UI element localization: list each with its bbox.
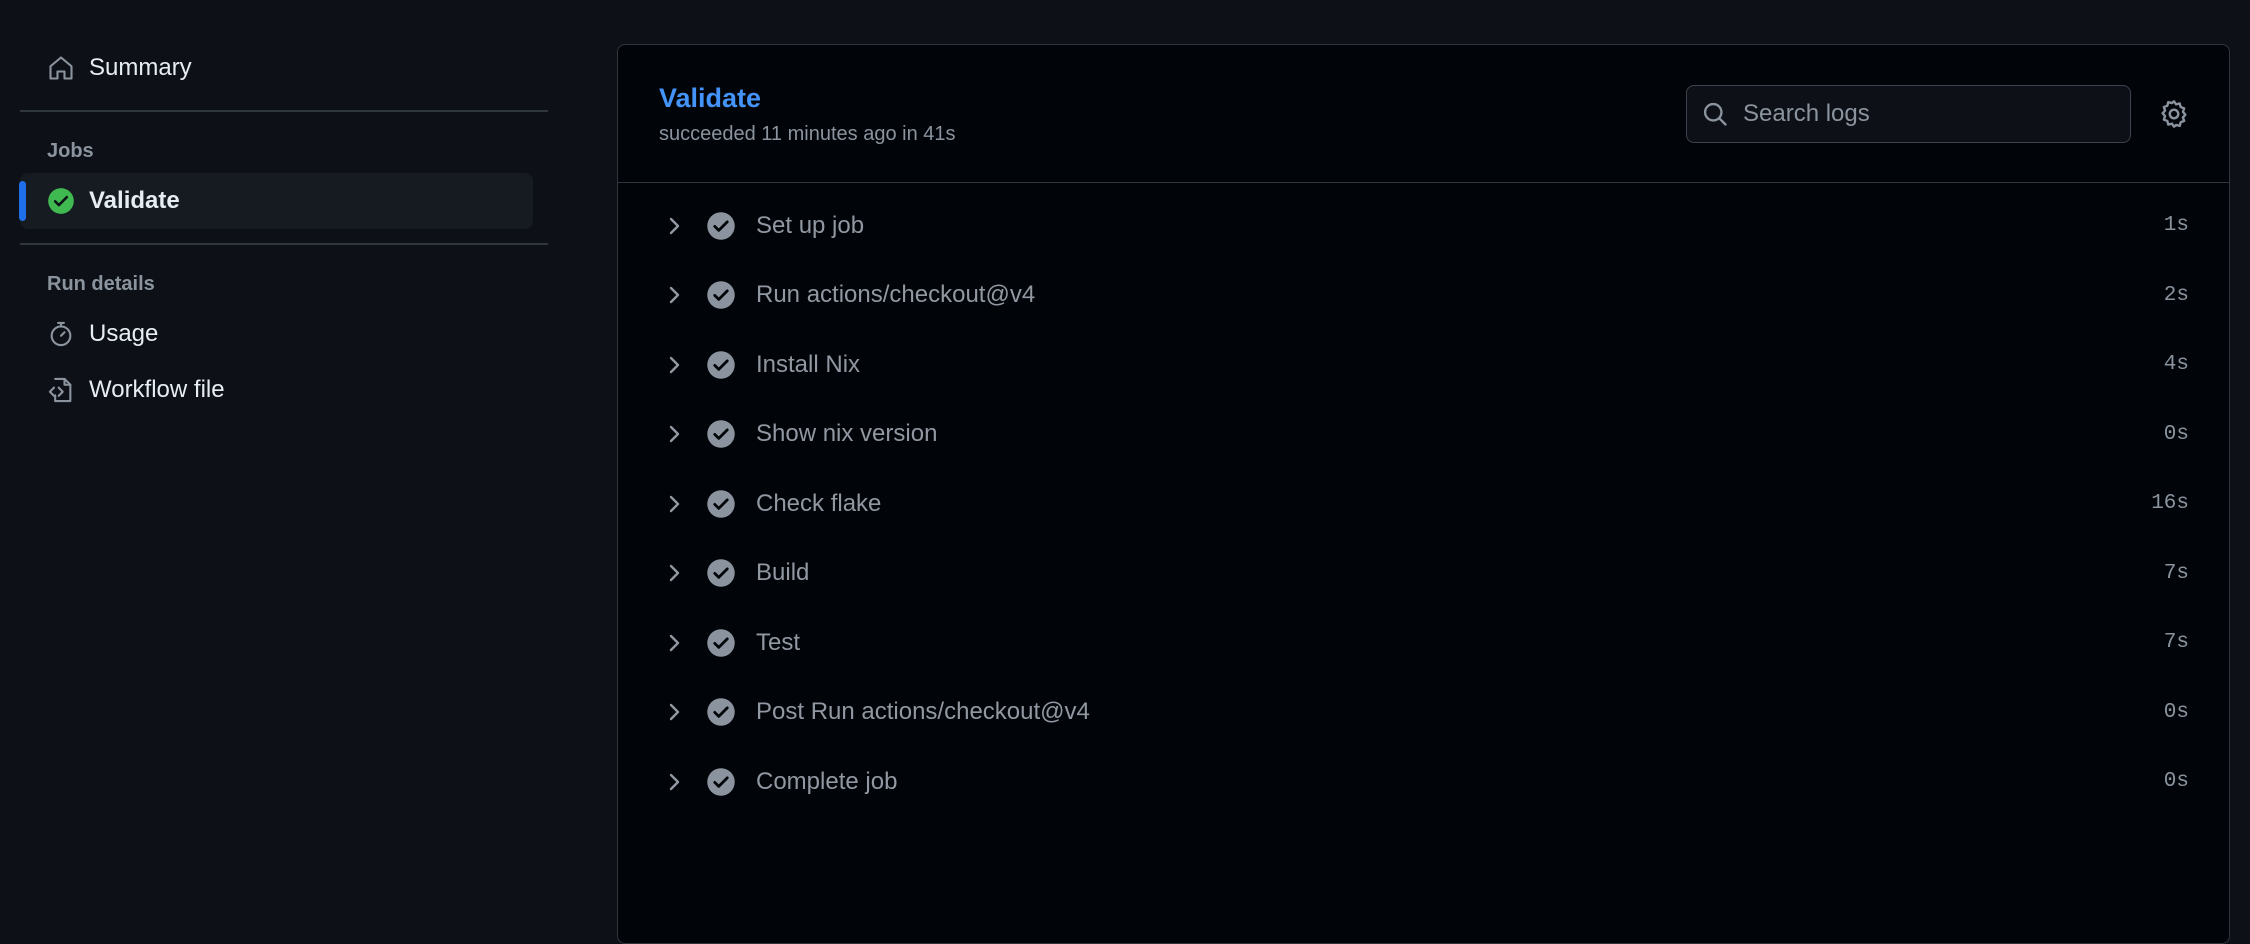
sidebar-item-usage[interactable]: Usage — [20, 306, 533, 362]
run-details-heading: Run details — [47, 273, 155, 295]
sidebar-divider — [20, 243, 548, 245]
check-circle-fill-icon — [706, 419, 736, 449]
step-name: Show nix version — [756, 420, 938, 448]
step-name: Install Nix — [756, 350, 861, 378]
check-circle-fill-icon — [706, 211, 736, 241]
step-duration: 0s — [2163, 700, 2189, 724]
step-duration: 1s — [2163, 214, 2189, 238]
step-row[interactable]: Post Run actions/checkout@v4 0s — [618, 678, 2229, 748]
search-logs-input[interactable] — [1743, 100, 2103, 128]
check-circle-fill-icon — [706, 628, 736, 658]
chevron-right-icon[interactable] — [662, 422, 686, 446]
chevron-right-icon[interactable] — [662, 631, 686, 655]
search-logs-field[interactable] — [1686, 85, 2131, 143]
step-row[interactable]: Check flake 16s — [618, 469, 2229, 539]
step-duration: 7s — [2163, 631, 2189, 655]
step-row[interactable]: Build 7s — [618, 539, 2229, 609]
job-log-panel: Validate succeeded 11 minutes ago in 41s — [617, 44, 2230, 944]
sidebar-item-label: Summary — [89, 54, 192, 81]
step-duration: 7s — [2163, 561, 2189, 585]
step-duration: 0s — [2163, 422, 2189, 446]
step-name: Check flake — [756, 489, 882, 517]
job-header: Validate succeeded 11 minutes ago in 41s — [618, 45, 2229, 183]
step-name: Complete job — [756, 767, 898, 795]
search-icon — [1701, 100, 1729, 128]
step-row[interactable]: Complete job 0s — [618, 747, 2229, 817]
job-status-text: succeeded 11 minutes ago in 41s — [659, 123, 956, 145]
step-row[interactable]: Show nix version 0s — [618, 400, 2229, 470]
step-duration: 4s — [2163, 353, 2189, 377]
gear-icon[interactable] — [2158, 98, 2190, 130]
step-name: Set up job — [756, 211, 865, 239]
step-row[interactable]: Install Nix 4s — [618, 330, 2229, 400]
chevron-right-icon[interactable] — [662, 561, 686, 585]
step-duration: 0s — [2163, 770, 2189, 794]
step-duration: 16s — [2151, 492, 2189, 516]
chevron-right-icon[interactable] — [662, 214, 686, 238]
step-name: Test — [756, 628, 801, 656]
step-name: Post Run actions/checkout@v4 — [756, 698, 1090, 726]
steps-list: Set up job 1s Run actions/checkout@v4 2s — [618, 183, 2229, 817]
step-row[interactable]: Run actions/checkout@v4 2s — [618, 261, 2229, 331]
check-circle-fill-icon — [706, 280, 736, 310]
check-circle-fill-icon — [706, 489, 736, 519]
chevron-right-icon[interactable] — [662, 492, 686, 516]
sidebar-item-job-validate[interactable]: Validate — [19, 173, 533, 229]
step-name: Run actions/checkout@v4 — [756, 281, 1036, 309]
sidebar-divider — [20, 110, 548, 112]
sidebar-item-label: Usage — [89, 320, 159, 347]
active-indicator — [19, 181, 26, 221]
check-circle-fill-icon — [706, 350, 736, 380]
chevron-right-icon[interactable] — [662, 700, 686, 724]
stopwatch-icon — [47, 320, 75, 348]
home-icon — [47, 54, 75, 82]
step-duration: 2s — [2163, 283, 2189, 307]
check-circle-fill-icon — [47, 187, 75, 215]
check-circle-fill-icon — [706, 767, 736, 797]
sidebar-item-summary[interactable]: Summary — [20, 40, 533, 96]
sidebar-item-workflow-file[interactable]: Workflow file — [20, 362, 533, 418]
check-circle-fill-icon — [706, 697, 736, 727]
step-row[interactable]: Test 7s — [618, 608, 2229, 678]
sidebar: Summary Jobs Validate Run details Usage — [0, 0, 566, 923]
check-circle-fill-icon — [706, 558, 736, 588]
sidebar-item-label: Validate — [89, 187, 180, 214]
chevron-right-icon[interactable] — [662, 283, 686, 307]
chevron-right-icon[interactable] — [662, 353, 686, 377]
job-title[interactable]: Validate — [659, 83, 761, 114]
jobs-heading: Jobs — [47, 140, 94, 162]
sidebar-item-label: Workflow file — [89, 376, 225, 403]
step-row[interactable]: Set up job 1s — [618, 191, 2229, 261]
file-code-icon — [47, 376, 75, 404]
step-name: Build — [756, 559, 810, 587]
chevron-right-icon[interactable] — [662, 770, 686, 794]
